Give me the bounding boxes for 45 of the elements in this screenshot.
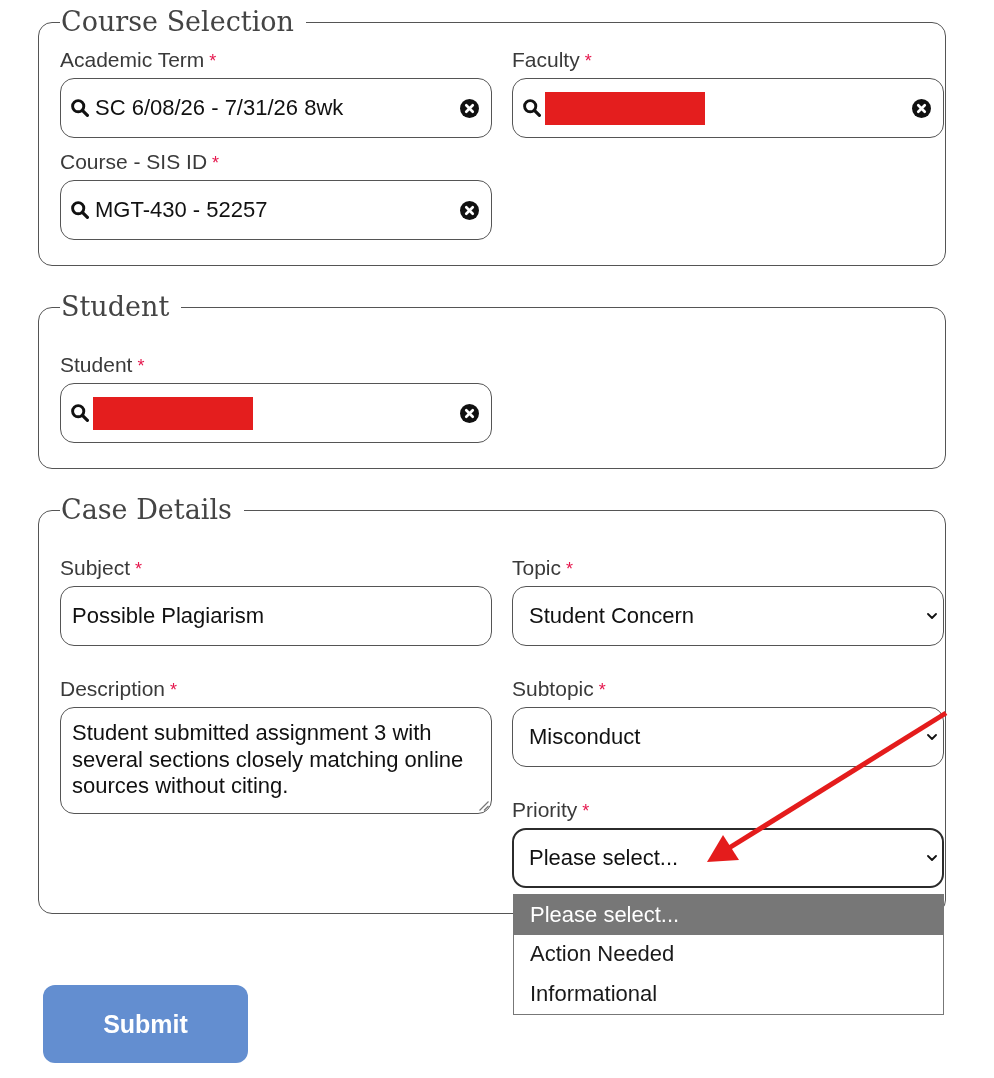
required-mark: *	[209, 50, 217, 73]
required-mark: *	[212, 152, 220, 175]
search-field[interactable]: SC 6/08/26 - 7/31/26 8wk	[60, 78, 492, 138]
select-field[interactable]: Misconduct	[512, 707, 944, 767]
dropdown-option[interactable]: Action Needed	[514, 934, 943, 974]
required-mark: *	[135, 558, 143, 581]
search-field[interactable]: MGT-430 - 52257	[60, 180, 492, 240]
section-title: Case Details	[60, 494, 233, 526]
dropdown-option[interactable]: Please select...	[514, 895, 943, 935]
resize-grip-icon[interactable]	[479, 801, 489, 811]
required-mark: *	[582, 800, 590, 823]
section-title: Course Selection	[60, 6, 295, 38]
required-mark: *	[584, 50, 592, 73]
field-label: Subject	[60, 556, 131, 580]
search-field[interactable]	[512, 78, 944, 138]
clear-icon[interactable]	[460, 98, 479, 118]
search-field[interactable]	[60, 383, 492, 443]
required-mark: *	[566, 558, 574, 581]
search-icon	[71, 201, 89, 219]
field-label: Faculty	[512, 48, 580, 72]
required-mark: *	[170, 679, 178, 702]
field-label: Student	[60, 353, 133, 377]
search-icon	[71, 404, 89, 422]
dropdown-option[interactable]: Informational	[514, 974, 943, 1014]
field-label: Academic Term	[60, 48, 205, 72]
required-mark: *	[137, 355, 145, 378]
field-label: Priority	[512, 798, 578, 822]
field-label: Subtopic	[512, 677, 594, 701]
chevron-icon	[927, 855, 937, 861]
clear-icon[interactable]	[912, 98, 931, 118]
required-mark: *	[598, 679, 606, 702]
search-icon	[523, 99, 541, 117]
select-field[interactable]: Student Concern	[512, 586, 944, 646]
clear-icon[interactable]	[460, 200, 479, 220]
chevron-icon	[927, 613, 937, 619]
textarea-field[interactable]: Student submitted assignment 3 with several sections closely matching online sources without citing.	[60, 707, 492, 814]
field-label: Course - SIS ID	[60, 150, 208, 174]
field-label: Topic	[512, 556, 562, 580]
field-label: Description	[60, 677, 166, 701]
chevron-icon	[927, 734, 937, 740]
search-icon	[71, 99, 89, 117]
clear-icon[interactable]	[460, 403, 479, 423]
text-field[interactable]: Possible Plagiarism	[60, 586, 492, 646]
select-field[interactable]: Please select...	[512, 828, 944, 888]
section-title: Student	[60, 291, 171, 323]
